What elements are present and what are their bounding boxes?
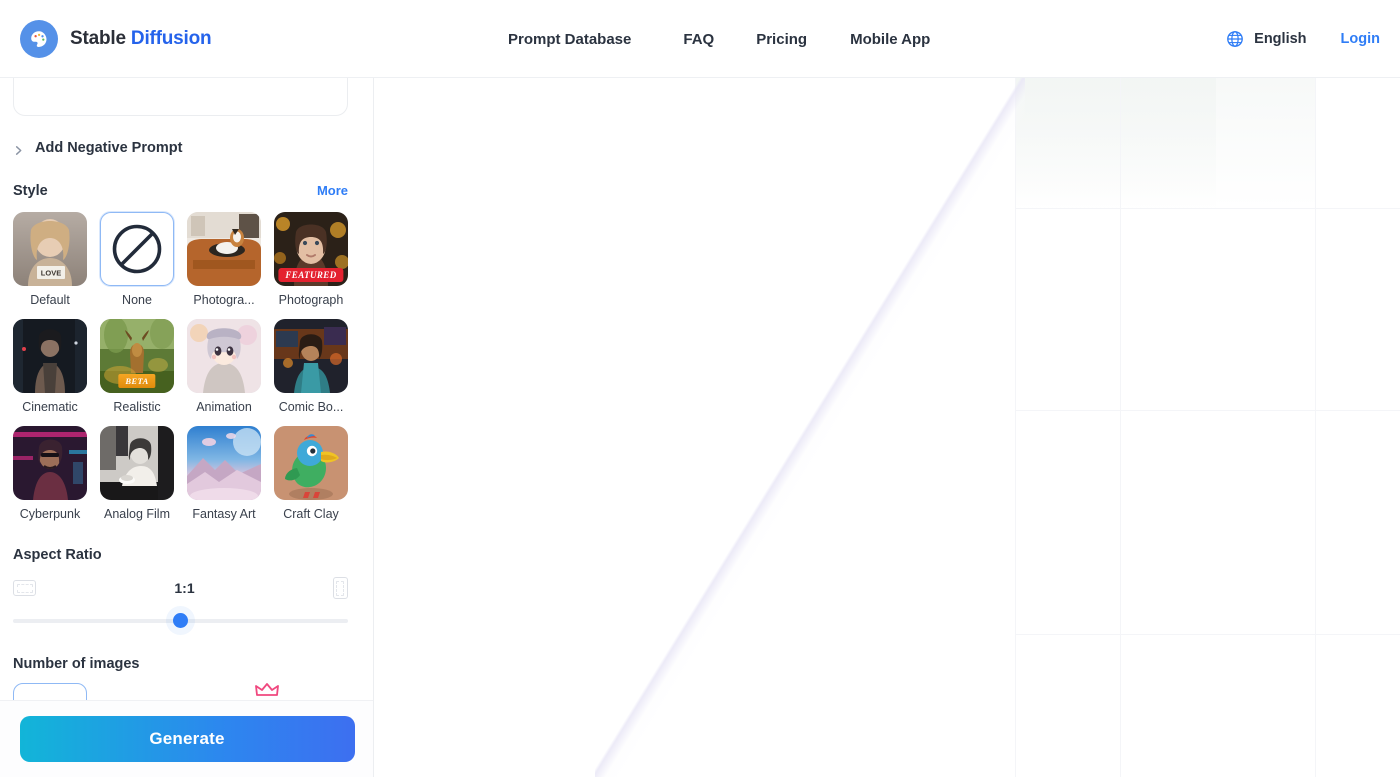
style-thumbnail <box>187 426 261 500</box>
brand-word-1: Stable <box>70 28 126 49</box>
login-button[interactable]: Login <box>1341 31 1380 47</box>
style-option-analog-film[interactable]: Analog Film <box>100 426 174 521</box>
style-grid: LOVE Default None <box>13 212 348 521</box>
nav-item-pricing[interactable]: Pricing <box>756 25 807 54</box>
image-canvas[interactable] <box>375 78 1400 777</box>
globe-icon[interactable] <box>1226 30 1244 48</box>
style-thumbnail <box>13 426 87 500</box>
style-label: Cyberpunk <box>13 507 87 521</box>
main-nav: Prompt Database FAQ Pricing Mobile App <box>508 0 930 78</box>
site-header: Stable Diffusion Prompt Database FAQ Pri… <box>0 0 1400 78</box>
nav-item-mobile-app[interactable]: Mobile App <box>850 25 930 54</box>
style-option-photograph[interactable]: FEATURED Photograph <box>274 212 348 307</box>
canvas-diagonal-highlight <box>595 78 1025 777</box>
number-of-images-title: Number of images <box>13 656 361 672</box>
style-thumbnail <box>13 319 87 393</box>
no-style-icon <box>111 223 163 275</box>
style-label: Photogra... <box>187 293 261 307</box>
palette-icon <box>20 20 58 58</box>
style-label: Comic Bo... <box>274 400 348 414</box>
style-label: None <box>100 293 174 307</box>
brand-logo-link[interactable]: Stable Diffusion <box>20 20 211 58</box>
style-label: Realistic <box>100 400 174 414</box>
aspect-ratio-value: 1:1 <box>174 580 194 596</box>
canvas-soft-block <box>1016 78 1216 208</box>
style-label: Craft Clay <box>274 507 348 521</box>
add-negative-prompt-label: Add Negative Prompt <box>35 140 182 156</box>
canvas-grid-line <box>1015 634 1400 635</box>
page-root: Stable Diffusion Prompt Database FAQ Pri… <box>0 0 1400 777</box>
slider-thumb[interactable] <box>173 613 188 628</box>
generate-footer: Generate <box>0 700 374 777</box>
style-label: Animation <box>187 400 261 414</box>
header-actions: English Login <box>1226 0 1380 78</box>
canvas-grid-line <box>1015 410 1400 411</box>
nav-item-faq[interactable]: FAQ <box>683 25 714 54</box>
style-thumbnail <box>274 319 348 393</box>
svg-text:LOVE: LOVE <box>41 269 61 278</box>
language-selector[interactable]: English <box>1254 31 1306 47</box>
canvas-grid-line <box>1315 78 1316 777</box>
style-thumbnail <box>187 212 261 286</box>
style-option-fantasy-art[interactable]: Fantasy Art <box>187 426 261 521</box>
style-option-cinematic[interactable]: Cinematic <box>13 319 87 414</box>
style-label: Cinematic <box>13 400 87 414</box>
style-option-default[interactable]: LOVE Default <box>13 212 87 307</box>
style-option-realistic[interactable]: BETA Realistic <box>100 319 174 414</box>
portrait-icon[interactable] <box>333 577 348 599</box>
style-option-cyberpunk[interactable]: Cyberpunk <box>13 426 87 521</box>
prompt-input[interactable] <box>13 78 348 116</box>
canvas-grid-line <box>1120 78 1121 777</box>
generate-button[interactable]: Generate <box>20 716 355 762</box>
style-thumbnail: BETA <box>100 319 174 393</box>
brand-word-2: Diffusion <box>131 28 212 49</box>
style-option-comic-book[interactable]: Comic Bo... <box>274 319 348 414</box>
style-label: Analog Film <box>100 507 174 521</box>
style-option-photography[interactable]: Photogra... <box>187 212 261 307</box>
brand-title: Stable Diffusion <box>70 28 211 50</box>
style-more-button[interactable]: More <box>317 183 348 198</box>
style-option-animation[interactable]: Animation <box>187 319 261 414</box>
style-label: Fantasy Art <box>187 507 261 521</box>
sidebar-scroll-area[interactable]: Add Negative Prompt Style More <box>0 78 374 712</box>
style-section-title: Style <box>13 183 48 199</box>
style-thumbnail <box>187 319 261 393</box>
settings-sidebar: Add Negative Prompt Style More <box>0 78 374 777</box>
style-label: Default <box>13 293 87 307</box>
add-negative-prompt-toggle[interactable]: Add Negative Prompt <box>13 137 361 159</box>
style-option-none[interactable]: None <box>100 212 174 307</box>
style-thumbnail <box>100 426 174 500</box>
style-badge: BETA <box>118 374 155 388</box>
crown-icon <box>255 683 279 697</box>
aspect-ratio-slider[interactable] <box>13 613 348 629</box>
style-badge: FEATURED <box>278 268 343 282</box>
style-thumbnail <box>274 426 348 500</box>
style-thumbnail <box>100 212 174 286</box>
chevron-right-icon <box>13 143 24 154</box>
nav-item-prompt-database[interactable]: Prompt Database <box>508 25 631 54</box>
style-option-craft-clay[interactable]: Craft Clay <box>274 426 348 521</box>
style-thumbnail: FEATURED <box>274 212 348 286</box>
style-thumbnail: LOVE <box>13 212 87 286</box>
canvas-grid-line <box>1015 208 1400 209</box>
aspect-ratio-title: Aspect Ratio <box>13 547 361 563</box>
landscape-icon[interactable] <box>13 580 36 596</box>
style-section-header: Style More <box>13 183 348 199</box>
style-label: Photograph <box>274 293 348 307</box>
aspect-ratio-row: 1:1 <box>13 577 348 599</box>
